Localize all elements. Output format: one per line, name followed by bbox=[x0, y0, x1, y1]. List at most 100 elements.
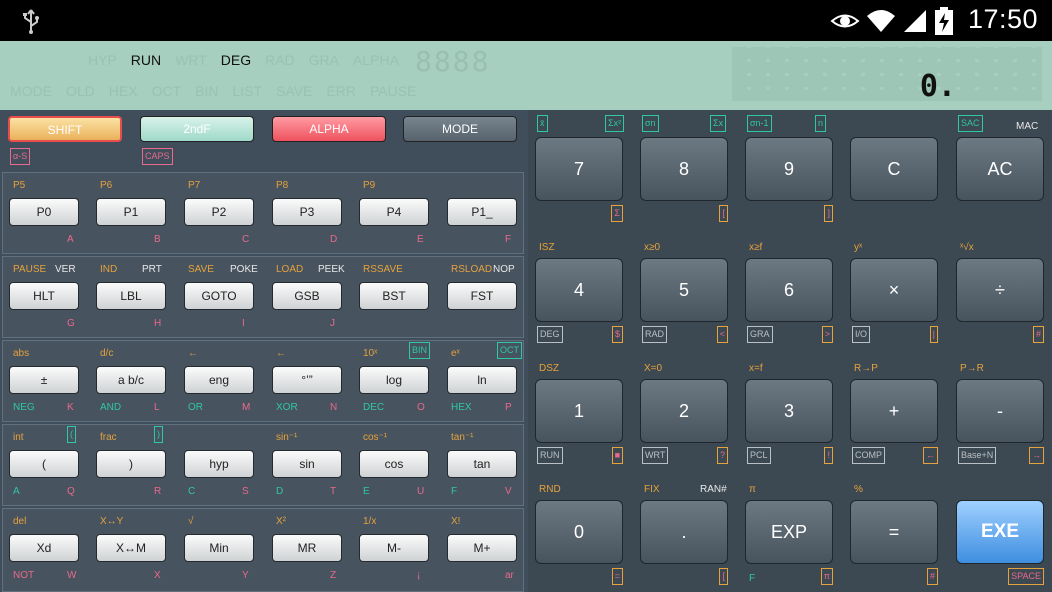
key-1[interactable]: 1 bbox=[535, 379, 623, 443]
key-log[interactable]: log bbox=[359, 366, 429, 394]
top-label-x-0: x≥0 bbox=[644, 242, 661, 253]
key-mr[interactable]: MR bbox=[272, 534, 342, 562]
key-exe[interactable]: EXE bbox=[956, 500, 1044, 564]
key-p0[interactable]: P0 bbox=[9, 198, 79, 226]
alpha-label-k: K bbox=[67, 402, 74, 413]
mode-label-dec: DEC bbox=[363, 402, 385, 413]
indicator-list: LIST bbox=[232, 83, 263, 99]
alpha-label-sym: [ bbox=[719, 568, 728, 585]
shift-label-load: LOAD bbox=[276, 264, 304, 275]
key-ln[interactable]: ln bbox=[447, 366, 517, 394]
key-tan[interactable]: tan bbox=[447, 450, 517, 478]
calculator-display: HYP RUN WRT DEG RAD GRA ALPHA MODE OLD HEX OCT BIN… bbox=[0, 41, 1052, 110]
key-sym[interactable]: = bbox=[850, 500, 938, 564]
hex-label-oct: OCT bbox=[497, 342, 522, 359]
top-label-x-f: x=f bbox=[749, 363, 763, 374]
shift-label-p9: P9 bbox=[363, 180, 376, 191]
key-cos[interactable]: cos bbox=[359, 450, 429, 478]
dot-matrix-area bbox=[732, 47, 1042, 101]
key-p2[interactable]: P2 bbox=[184, 198, 254, 226]
shift-label-10: 10ˣ bbox=[363, 348, 378, 359]
key-p3[interactable]: P3 bbox=[272, 198, 342, 226]
key-sym[interactable]: °’” bbox=[272, 366, 342, 394]
bottom-label-run: RUN bbox=[537, 447, 563, 464]
key-panel-5 bbox=[2, 508, 524, 592]
key-fst[interactable]: FST bbox=[447, 282, 517, 310]
key-p4[interactable]: P4 bbox=[359, 198, 429, 226]
alpha-label-sym: $ bbox=[611, 326, 623, 343]
key-sym[interactable]: ± bbox=[9, 366, 79, 394]
alpha-label-e: E bbox=[417, 234, 424, 245]
shift-label-p7: P7 bbox=[188, 180, 201, 191]
alpha-label-b: B bbox=[154, 234, 161, 245]
alpha-label-o: O bbox=[417, 402, 425, 413]
top-label-sym: % bbox=[854, 484, 863, 495]
alpha-label-f: F bbox=[505, 234, 512, 245]
key-p1[interactable]: P1 bbox=[96, 198, 166, 226]
shift-label-x: X² bbox=[276, 516, 286, 527]
key-3[interactable]: 3 bbox=[745, 379, 833, 443]
alpha-label-sym: → bbox=[1029, 447, 1044, 464]
key-8[interactable]: 8 bbox=[640, 137, 728, 201]
key-6[interactable]: 6 bbox=[745, 258, 833, 322]
key-2[interactable]: 2 bbox=[640, 379, 728, 443]
alpha-key[interactable]: ALPHA bbox=[272, 116, 386, 142]
key-lbl[interactable]: LBL bbox=[96, 282, 166, 310]
top-alt-label-x: Σx bbox=[710, 115, 727, 132]
key-eng[interactable]: eng bbox=[184, 366, 254, 394]
2ndf-key[interactable]: 2ndF bbox=[140, 116, 254, 142]
alpha-label-sym: # bbox=[926, 568, 938, 585]
key-a-b-c[interactable]: a b/c bbox=[96, 366, 166, 394]
key-sym[interactable]: ÷ bbox=[956, 258, 1044, 322]
alpha-label-l: L bbox=[154, 402, 160, 413]
alpha-label-p: P bbox=[505, 402, 512, 413]
key-sym[interactable]: ( bbox=[9, 450, 79, 478]
key-5[interactable]: 5 bbox=[640, 258, 728, 322]
hex-label-bin: BIN bbox=[409, 342, 431, 359]
key-4[interactable]: 4 bbox=[535, 258, 623, 322]
alpha-label-u: U bbox=[417, 486, 425, 497]
key-exp[interactable]: EXP bbox=[745, 500, 833, 564]
alpha-label-sym: ← bbox=[923, 447, 938, 464]
mode-label-e: E bbox=[363, 486, 370, 497]
indicator-save: SAVE bbox=[276, 83, 313, 99]
indicator-deg: DEG bbox=[220, 52, 252, 68]
bottom-label-rad: RAD bbox=[642, 326, 668, 343]
key-hlt[interactable]: HLT bbox=[9, 282, 79, 310]
shift-label-pause: PAUSE bbox=[13, 264, 47, 275]
indicator-wrt: WRT bbox=[175, 52, 207, 68]
key-sym[interactable]: ) bbox=[96, 450, 166, 478]
key-x-m[interactable]: X↔M bbox=[96, 534, 166, 562]
key-c[interactable]: C bbox=[850, 137, 938, 201]
key-xd[interactable]: Xd bbox=[9, 534, 79, 562]
key-dot[interactable]: . bbox=[640, 500, 728, 564]
bottom-label-wrt: WRT bbox=[642, 447, 669, 464]
alt-label-nop: NOP bbox=[493, 264, 515, 275]
key-bst[interactable]: BST bbox=[359, 282, 429, 310]
key-m[interactable]: M- bbox=[359, 534, 429, 562]
mode-key[interactable]: MODE bbox=[403, 116, 517, 142]
key-sym[interactable]: + bbox=[850, 379, 938, 443]
key-goto[interactable]: GOTO bbox=[184, 282, 254, 310]
alpha-label-sym: > bbox=[821, 326, 833, 343]
key-sym[interactable]: × bbox=[850, 258, 938, 322]
key-7[interactable]: 7 bbox=[535, 137, 623, 201]
key-m[interactable]: M+ bbox=[447, 534, 517, 562]
key-sym[interactable]: - bbox=[956, 379, 1044, 443]
indicator-alpha: ALPHA bbox=[353, 52, 399, 68]
hex-label-sym: ) bbox=[154, 426, 163, 443]
key-0[interactable]: 0 bbox=[535, 500, 623, 564]
alpha-label-space: SPACE bbox=[1008, 568, 1044, 585]
key-p1[interactable]: P1_ bbox=[447, 198, 517, 226]
key-hyp[interactable]: hyp bbox=[184, 450, 254, 478]
top-label-sac: SAC bbox=[958, 115, 983, 132]
key-sin[interactable]: sin bbox=[272, 450, 342, 478]
key-min[interactable]: Min bbox=[184, 534, 254, 562]
shift-key[interactable]: SHIFT bbox=[8, 116, 122, 142]
shift-label-p5: P5 bbox=[13, 180, 26, 191]
key-gsb[interactable]: GSB bbox=[272, 282, 342, 310]
key-ac[interactable]: AC bbox=[956, 137, 1044, 201]
alpha-label-sym: ! bbox=[824, 447, 833, 464]
shift-label-cos: cos⁻¹ bbox=[363, 432, 388, 443]
key-9[interactable]: 9 bbox=[745, 137, 833, 201]
